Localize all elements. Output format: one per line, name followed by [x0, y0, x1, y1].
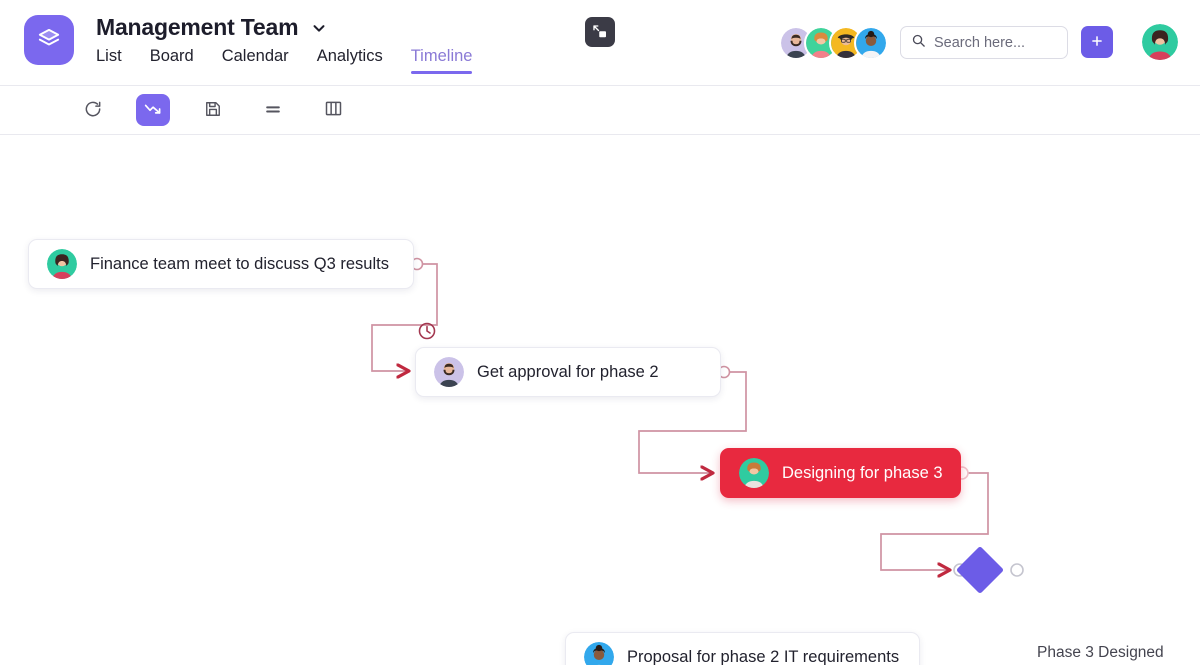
search-icon	[911, 33, 926, 53]
save-button[interactable]	[196, 94, 230, 126]
app-header: Management Team List Board Calendar Anal…	[0, 0, 1200, 86]
avatar-current-user[interactable]	[1142, 24, 1178, 60]
add-button[interactable]	[1081, 26, 1113, 58]
tab-timeline[interactable]: Timeline	[411, 47, 473, 74]
task-card-approval[interactable]: Get approval for phase 2	[415, 347, 721, 397]
save-icon	[203, 99, 223, 122]
task-card-proposal[interactable]: Proposal for phase 2 IT requirements	[565, 632, 920, 665]
critical-path-button[interactable]	[136, 94, 170, 126]
avatar-member-4[interactable]	[854, 26, 888, 60]
tab-list[interactable]: List	[96, 47, 122, 74]
milestone-label: Phase 3 Designed	[1037, 644, 1164, 662]
critical-path-icon	[143, 98, 164, 122]
tab-board[interactable]: Board	[150, 47, 194, 74]
task-card-designing[interactable]: Designing for phase 3	[720, 448, 961, 498]
tab-calendar[interactable]: Calendar	[222, 47, 289, 74]
task-card-finance[interactable]: Finance team meet to discuss Q3 results	[28, 239, 414, 289]
baseline-button[interactable]	[256, 94, 290, 126]
columns-button[interactable]	[316, 94, 350, 126]
dependency-connectors	[0, 135, 1200, 665]
team-avatar-group[interactable]	[779, 26, 888, 60]
search-box[interactable]	[900, 26, 1068, 59]
task-label: Finance team meet to discuss Q3 results	[90, 255, 389, 274]
chevron-down-icon[interactable]	[310, 19, 328, 37]
timeline-toolbar	[0, 86, 1200, 135]
task-label: Get approval for phase 2	[477, 363, 659, 382]
timeline-canvas[interactable]: Finance team meet to discuss Q3 results …	[0, 135, 1200, 665]
refresh-button[interactable]	[76, 94, 110, 126]
task-label: Designing for phase 3	[782, 464, 943, 483]
columns-icon	[323, 98, 344, 122]
task-label: Proposal for phase 2 IT requirements	[627, 648, 899, 665]
screenshot-capture-icon[interactable]	[585, 17, 615, 47]
search-input[interactable]	[934, 35, 1057, 51]
milestone-diamond	[956, 546, 1004, 594]
project-header: Management Team List Board Calendar Anal…	[96, 14, 472, 74]
avatar	[739, 458, 769, 488]
tab-analytics[interactable]: Analytics	[317, 47, 383, 74]
refresh-icon	[83, 99, 103, 122]
avatar	[584, 642, 614, 665]
avatar	[47, 249, 77, 279]
page-title: Management Team	[96, 14, 298, 41]
plus-icon	[1090, 32, 1104, 52]
avatar	[434, 357, 464, 387]
view-tabs: List Board Calendar Analytics Timeline	[96, 47, 472, 74]
baseline-equals-icon	[263, 99, 283, 122]
clock-icon[interactable]	[417, 321, 437, 346]
app-logo[interactable]	[24, 15, 74, 65]
layers-icon	[36, 25, 62, 56]
